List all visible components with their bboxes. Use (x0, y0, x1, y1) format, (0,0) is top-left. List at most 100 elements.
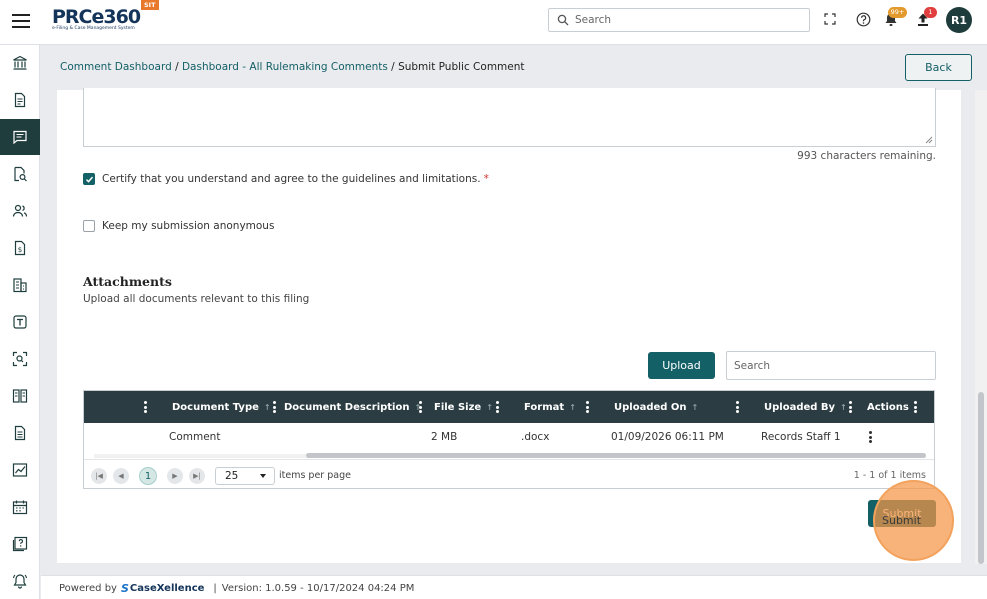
column-header-document-type[interactable]: Document Type ↑ (172, 391, 271, 423)
alert-bell-icon (12, 574, 28, 589)
sidebar-item-organizations[interactable] (0, 267, 40, 303)
document-icon (14, 92, 26, 108)
global-search-input[interactable] (575, 12, 805, 28)
powered-by-label: Powered by (59, 583, 117, 594)
sidebar-item-templates[interactable] (0, 304, 40, 340)
breadcrumb-comment-dashboard[interactable]: Comment Dashboard (60, 61, 172, 73)
sidebar-item-help[interactable] (0, 526, 40, 562)
certify-label: Certify that you understand and agree to… (102, 173, 481, 185)
anonymous-label: Keep my submission anonymous (102, 220, 275, 232)
sidebar-item-institution[interactable] (0, 45, 40, 81)
column-header-uploaded-by[interactable]: Uploaded By ↑ (764, 391, 847, 423)
column-menu-icon[interactable] (144, 401, 147, 413)
grid-header: Document Type ↑ Document Description ↑ Fil… (84, 391, 934, 423)
version-label: Version: 1.0.59 - 10/17/2024 04:24 PM (221, 583, 415, 594)
top-bar: PRCe360 e-Filing & Case Management Syste… (0, 0, 987, 45)
column-header-uploaded-on[interactable]: Uploaded On ↑ (614, 391, 698, 423)
environment-badge: SIT (141, 0, 159, 10)
attachments-title: Attachments (83, 274, 172, 289)
logo-text: PRCe360 (52, 6, 141, 28)
sidebar-item-compare[interactable] (0, 378, 40, 414)
chart-icon (12, 463, 28, 477)
attachments-grid: Document Type ↑ Document Description ↑ Fil… (83, 390, 935, 489)
compare-icon (12, 389, 28, 403)
column-menu-icon[interactable] (496, 401, 499, 413)
sidebar-item-alerts[interactable] (0, 563, 40, 599)
svg-text:$: $ (18, 246, 22, 254)
column-menu-icon[interactable] (273, 401, 276, 413)
cell-uploaded-on: 01/09/2026 06:11 PM (611, 431, 724, 443)
table-row[interactable]: Comment 2 MB .docx 01/09/2026 06:11 PM R… (84, 423, 934, 451)
cell-document-type: Comment (169, 431, 221, 443)
submit-comment-form: 993 characters remaining. Certify that y… (57, 88, 961, 563)
back-button[interactable]: Back (905, 54, 972, 81)
breadcrumb: Comment Dashboard / Dashboard - All Rule… (60, 61, 525, 73)
sort-arrow-icon: ↑ (691, 402, 699, 412)
prev-page-icon[interactable]: ◀ (113, 468, 129, 484)
column-menu-icon[interactable] (849, 401, 852, 413)
cell-format: .docx (521, 431, 550, 443)
notifications-badge: 99+ (888, 7, 907, 18)
vertical-scrollbar[interactable] (975, 90, 987, 564)
sort-arrow-icon: ↑ (486, 402, 493, 412)
footer: Powered by S CaseXellence | Version: 1.0.… (41, 575, 987, 599)
next-page-icon[interactable]: ▶ (167, 468, 183, 484)
page-size-select[interactable]: 25 (215, 467, 275, 485)
characters-remaining: 993 characters remaining. (797, 150, 936, 162)
page-number-current[interactable]: 1 (139, 467, 157, 485)
attachments-search-input[interactable] (727, 352, 935, 379)
sidebar-item-documents[interactable] (0, 82, 40, 118)
items-per-page-label: items per page (279, 470, 351, 481)
fullscreen-icon[interactable] (821, 10, 839, 28)
sidebar-item-document-search[interactable] (0, 156, 40, 192)
building-icon (13, 278, 27, 293)
comment-textarea[interactable] (83, 88, 936, 147)
calendar-icon (12, 500, 28, 515)
sort-arrow-icon: ↑ (263, 402, 271, 412)
template-icon (13, 315, 27, 329)
sort-arrow-icon: ↑ (840, 402, 847, 412)
sidebar-item-fees[interactable]: $ (0, 230, 40, 266)
cell-uploaded-by: Records Staff 1 (761, 431, 841, 443)
comment-icon (13, 130, 27, 145)
sidebar-item-comments[interactable] (0, 119, 40, 155)
resize-grip-icon[interactable] (925, 136, 933, 144)
column-menu-icon[interactable] (914, 401, 917, 413)
row-actions-icon[interactable] (869, 431, 872, 443)
user-avatar[interactable]: R1 (946, 7, 972, 33)
sidebar-item-analytics[interactable] (0, 452, 40, 488)
users-icon (12, 204, 28, 217)
first-page-icon[interactable]: |◀ (91, 468, 107, 484)
global-search[interactable] (548, 8, 810, 32)
column-header-document-description[interactable]: Document Description ↑ (284, 391, 421, 423)
breadcrumb-all-rulemaking-comments[interactable]: Dashboard - All Rulemaking Comments (182, 61, 388, 73)
sidebar-item-scan[interactable] (0, 341, 40, 377)
app-logo[interactable]: PRCe360 e-Filing & Case Management Syste… (52, 6, 141, 32)
column-menu-icon[interactable] (419, 401, 422, 413)
brand-mark-icon: S (120, 582, 129, 595)
submit-button-overlay-label[interactable]: Submit (873, 480, 930, 561)
anonymous-checkbox[interactable] (83, 220, 95, 232)
certify-row: Certify that you understand and agree to… (83, 173, 489, 185)
sidebar-item-users[interactable] (0, 193, 40, 229)
column-menu-icon[interactable] (736, 401, 739, 413)
last-page-icon[interactable]: ▶| (189, 468, 205, 484)
column-menu-icon[interactable] (586, 401, 589, 413)
help-icon[interactable] (854, 10, 872, 28)
menu-icon[interactable] (12, 14, 30, 28)
certify-checkbox[interactable] (83, 173, 95, 185)
column-header-format[interactable]: Format ↑ (524, 391, 576, 423)
sidebar: $ (0, 45, 40, 599)
page-header: Comment Dashboard / Dashboard - All Rule… (41, 45, 987, 90)
upload-button[interactable]: Upload (648, 352, 715, 379)
sidebar-item-reports[interactable] (0, 415, 40, 451)
horizontal-scrollbar[interactable] (84, 451, 934, 459)
chevron-down-icon (260, 474, 266, 478)
footer-separator: | (213, 583, 217, 594)
sort-arrow-icon: ↑ (569, 402, 576, 412)
column-header-file-size[interactable]: File Size ↑ (434, 391, 493, 423)
cell-file-size: 2 MB (431, 431, 458, 443)
sidebar-item-calendar[interactable] (0, 489, 40, 525)
required-marker: * (483, 173, 489, 185)
attachments-search[interactable] (726, 351, 936, 380)
